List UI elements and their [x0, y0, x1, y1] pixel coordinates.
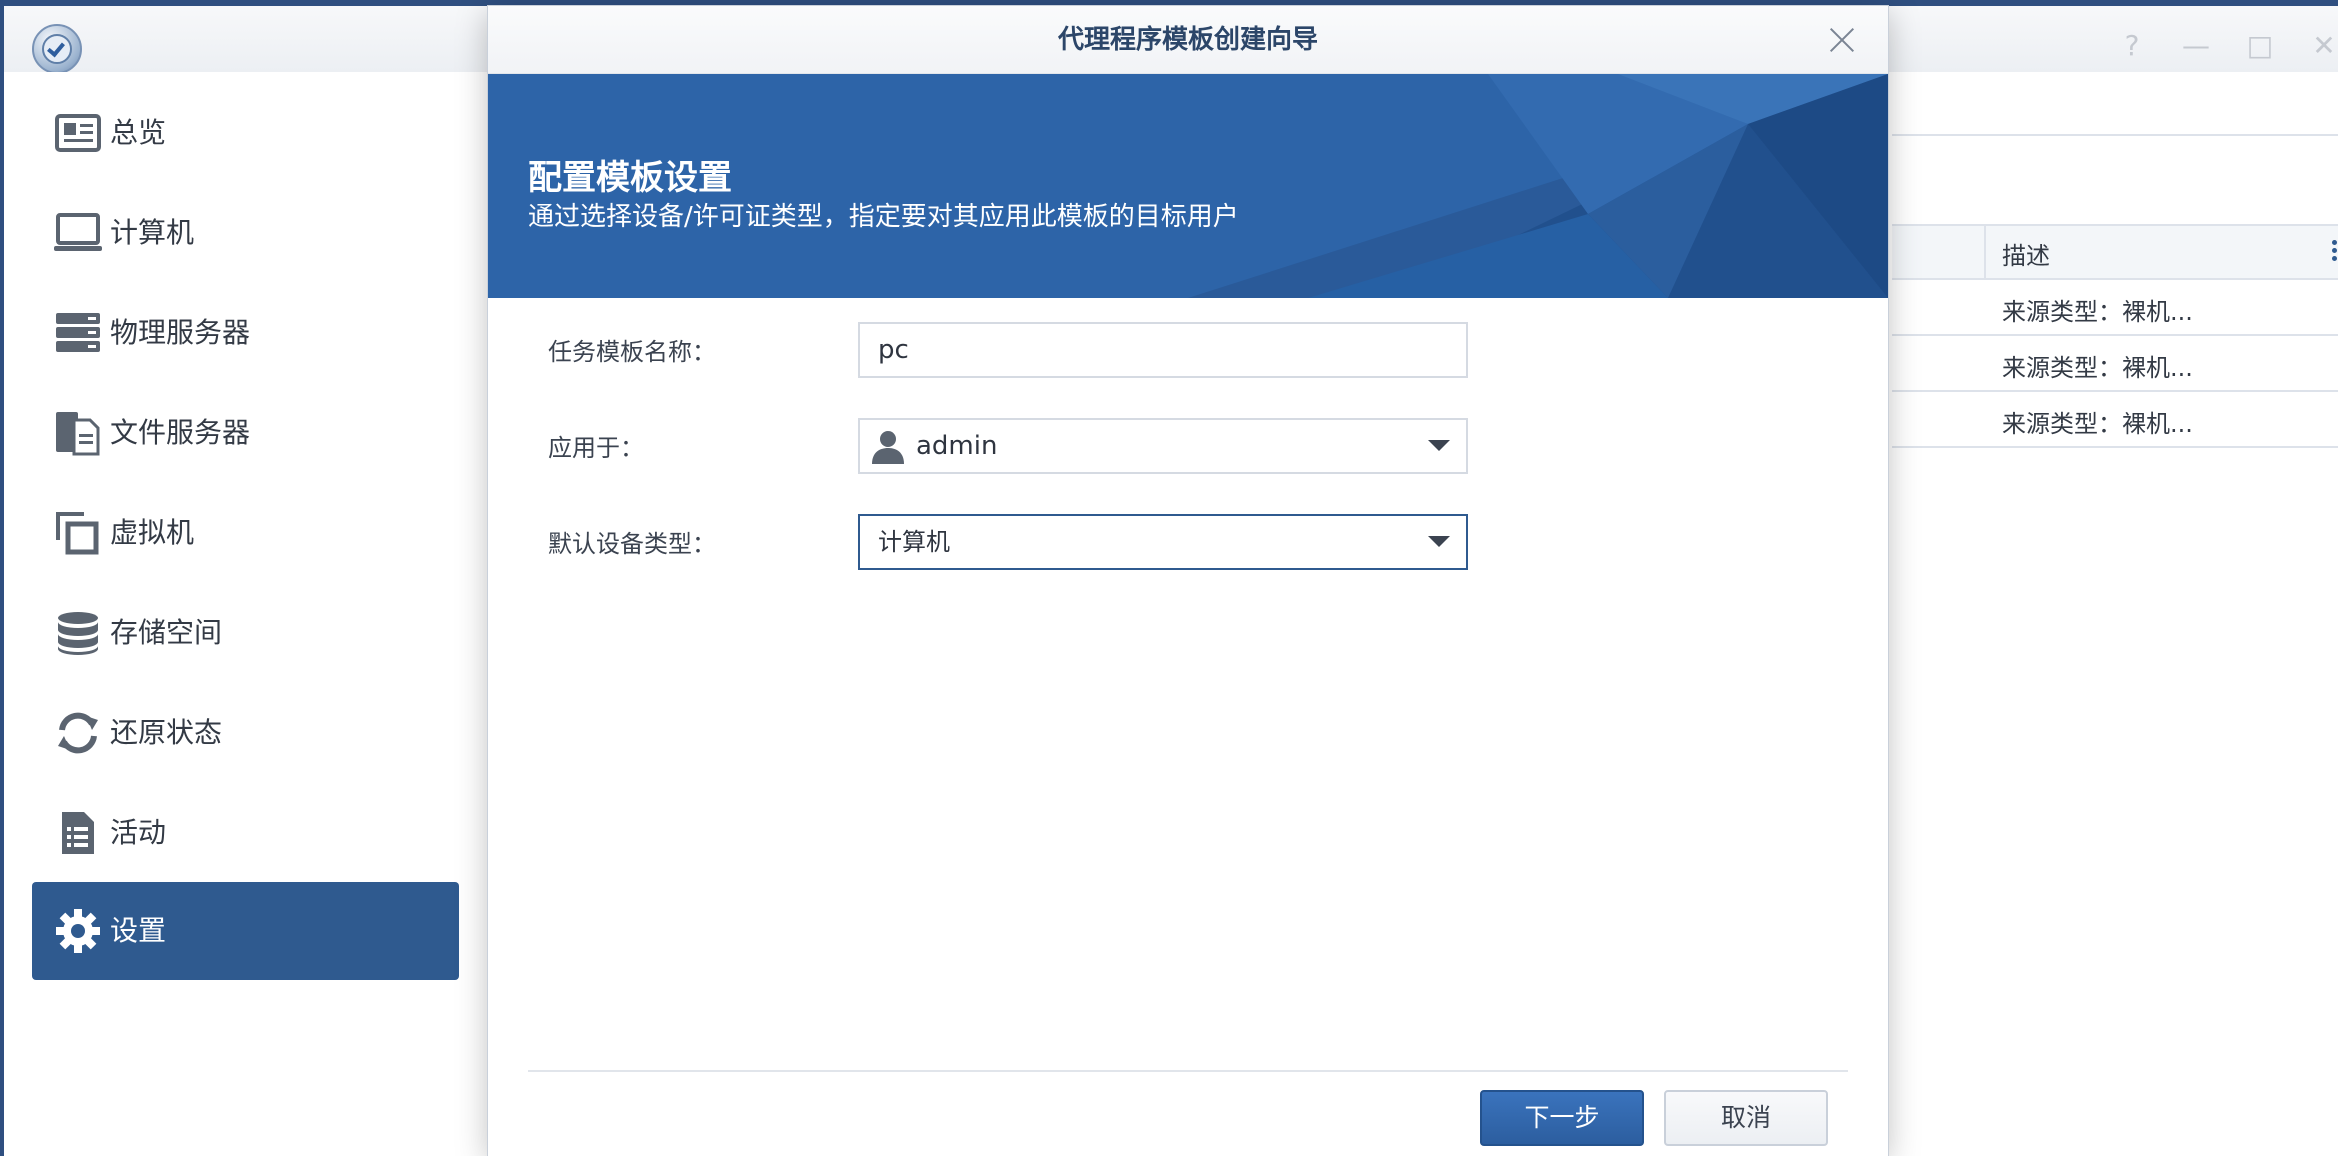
close-icon[interactable]	[1826, 24, 1858, 56]
sidebar-item-computer[interactable]: 计算机	[32, 184, 459, 282]
user-icon	[872, 431, 904, 464]
sidebar-item-label: 还原状态	[110, 716, 223, 749]
window-controls: ? — □ ✕	[2112, 26, 2338, 66]
apply-to-value: admin	[916, 431, 998, 461]
server-icon	[56, 313, 100, 352]
sidebar-item-virtual-machine[interactable]: 虚拟机	[32, 484, 459, 582]
storage-icon	[58, 612, 98, 655]
app-logo-icon	[32, 24, 82, 74]
computer-icon	[54, 213, 102, 251]
footer-divider	[528, 1070, 1848, 1072]
help-icon[interactable]: ?	[2112, 26, 2152, 66]
dialog-title: 代理程序模板创建向导	[1057, 25, 1318, 55]
divider	[1892, 446, 2338, 448]
table-cell-description[interactable]: 来源类型：裸机...	[2002, 292, 2193, 327]
divider	[1892, 134, 2338, 136]
banner-subtitle: 通过选择设备/许可证类型，指定要对其应用此模板的目标用户	[528, 202, 1239, 232]
template-name-value: pc	[878, 335, 909, 365]
sidebar-item-storage[interactable]: 存储空间	[32, 584, 459, 682]
divider	[1892, 278, 2338, 280]
restore-icon	[58, 712, 98, 754]
template-wizard-dialog: 代理程序模板创建向导 配置模板设置 通过选择设备/许可证类型，指定要对其应用此模…	[488, 6, 1888, 1156]
column-menu-icon[interactable]	[2332, 240, 2338, 266]
table-cell-description[interactable]: 来源类型：裸机...	[2002, 404, 2193, 439]
template-name-label: 任务模板名称：	[548, 338, 716, 366]
minimize-icon[interactable]: —	[2176, 26, 2216, 66]
table-cell-description[interactable]: 来源类型：裸机...	[2002, 348, 2193, 383]
column-separator	[1984, 224, 1986, 278]
sidebar-item-label: 总览	[110, 116, 167, 149]
wizard-banner: 配置模板设置 通过选择设备/许可证类型，指定要对其应用此模板的目标用户	[488, 74, 1888, 298]
device-type-select[interactable]: 计算机	[858, 514, 1468, 570]
activity-icon	[62, 812, 94, 854]
overview-icon	[55, 114, 101, 152]
divider	[1892, 224, 2338, 226]
sidebar-item-physical-server[interactable]: 物理服务器	[32, 284, 459, 382]
sidebar-item-label: 虚拟机	[110, 516, 195, 549]
device-type-label: 默认设备类型：	[548, 530, 716, 558]
column-header-description[interactable]: 描述	[2002, 236, 2050, 271]
dialog-titlebar: 代理程序模板创建向导	[488, 6, 1888, 74]
template-name-input[interactable]: pc	[858, 322, 1468, 378]
apply-to-label: 应用于：	[548, 434, 644, 462]
sidebar-item-label: 计算机	[110, 216, 195, 249]
divider	[1892, 334, 2338, 336]
sidebar-item-settings[interactable]: 设置	[32, 882, 459, 980]
sidebar-item-file-server[interactable]: 文件服务器	[32, 384, 459, 482]
cancel-button[interactable]: 取消	[1664, 1090, 1828, 1146]
banner-title: 配置模板设置	[528, 158, 732, 198]
sidebar-item-restore-status[interactable]: 还原状态	[32, 684, 459, 782]
chevron-down-icon	[1428, 536, 1450, 547]
sidebar-item-label: 文件服务器	[110, 416, 251, 449]
sidebar: 总览 计算机 物理服务器 文件服务器 虚拟机 存储空间 还原状态 活动 设置	[8, 72, 488, 1156]
sidebar-item-activity[interactable]: 活动	[32, 784, 459, 882]
sidebar-item-label: 活动	[110, 816, 167, 849]
file-server-icon	[56, 412, 100, 456]
sidebar-item-label: 设置	[110, 914, 167, 947]
next-button[interactable]: 下一步	[1480, 1090, 1644, 1146]
apply-to-select[interactable]: admin	[858, 418, 1468, 474]
virtual-machine-icon	[56, 512, 99, 555]
sidebar-item-overview[interactable]: 总览	[32, 84, 459, 182]
gear-icon	[56, 909, 100, 953]
device-type-value: 计算机	[878, 528, 950, 556]
table-header	[1892, 224, 2338, 278]
divider	[1892, 390, 2338, 392]
chevron-down-icon	[1428, 440, 1450, 451]
sidebar-item-label: 存储空间	[110, 616, 223, 649]
close-window-icon[interactable]: ✕	[2304, 26, 2338, 66]
sidebar-item-label: 物理服务器	[110, 316, 251, 349]
maximize-icon[interactable]: □	[2240, 26, 2280, 66]
